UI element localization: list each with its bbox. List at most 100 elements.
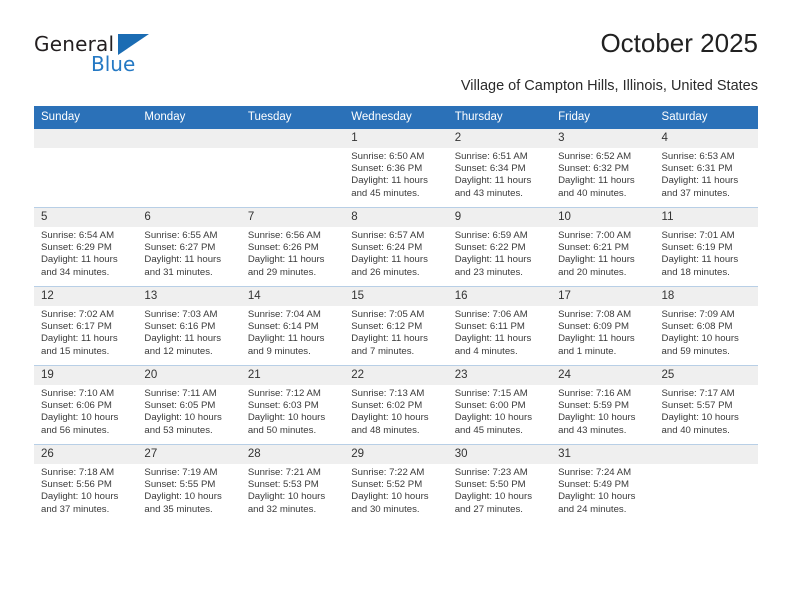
calendar-day-cell[interactable]: 15 Sunrise: 7:05 AM Sunset: 6:12 PM Dayligh… (344, 286, 448, 366)
daylight-text-line2: and 27 minutes. (454, 503, 523, 515)
sunrise-text: Sunrise: 7:12 AM (247, 388, 321, 399)
calendar-day-cell[interactable]: 12 Sunrise: 7:02 AM Sunset: 6:17 PM Dayligh… (34, 286, 138, 366)
calendar-week-row: 26 Sunrise: 7:18 AM Sunset: 5:56 PM Dayligh… (34, 444, 758, 523)
sunset-text: Sunset: 6:05 PM (144, 400, 216, 412)
sunrise-text: Sunrise: 7:06 AM (454, 309, 528, 320)
sunrise-text: Sunrise: 7:24 AM (558, 467, 632, 478)
daylight-text-line2: and 15 minutes. (41, 345, 110, 357)
day-number: 11 (654, 208, 758, 227)
day-number (240, 129, 345, 148)
day-number: 15 (344, 287, 448, 306)
calendar-day-cell[interactable]: 18 Sunrise: 7:09 AM Sunset: 6:08 PM Dayligh… (654, 286, 758, 366)
calendar-day-cell[interactable]: 17 Sunrise: 7:08 AM Sunset: 6:09 PM Dayligh… (551, 286, 655, 366)
calendar-week-row: 19 Sunrise: 7:10 AM Sunset: 6:06 PM Dayligh… (34, 365, 758, 445)
daylight-text-line1: Daylight: 10 hours (247, 491, 326, 503)
calendar-day-cell[interactable]: 11 Sunrise: 7:01 AM Sunset: 6:19 PM Dayligh… (654, 207, 758, 287)
calendar-day-cell[interactable]: 23 Sunrise: 7:15 AM Sunset: 6:00 PM Dayligh… (447, 365, 552, 445)
day-number: 27 (137, 445, 241, 464)
day-number: 30 (447, 445, 552, 464)
calendar-day-cell[interactable]: 19 Sunrise: 7:10 AM Sunset: 6:06 PM Dayligh… (34, 365, 138, 445)
weekday-header-saturday: Saturday (654, 106, 758, 129)
calendar-day-cell[interactable]: 29 Sunrise: 7:22 AM Sunset: 5:52 PM Dayligh… (344, 444, 448, 523)
day-info: Sunrise: 7:05 AM Sunset: 6:12 PM Daylight:… (344, 306, 447, 358)
day-info: Sunrise: 7:15 AM Sunset: 6:00 PM Daylight:… (448, 385, 551, 437)
weekday-header-monday: Monday (137, 106, 241, 129)
calendar-day-cell[interactable]: 24 Sunrise: 7:16 AM Sunset: 5:59 PM Dayligh… (551, 365, 655, 445)
sunset-text: Sunset: 6:29 PM (41, 242, 112, 254)
general-blue-logo[interactable]: General Blue (34, 32, 234, 88)
daylight-text-line1: Daylight: 10 hours (247, 412, 326, 424)
calendar-day-cell[interactable]: 20 Sunrise: 7:11 AM Sunset: 6:05 PM Dayligh… (137, 365, 241, 445)
daylight-text-line2: and 26 minutes. (351, 266, 420, 278)
calendar-day-cell[interactable]: 10 Sunrise: 7:00 AM Sunset: 6:21 PM Dayligh… (551, 207, 655, 287)
calendar-day-cell[interactable]: 6 Sunrise: 6:55 AM Sunset: 6:27 PM Daylight… (137, 207, 241, 287)
daylight-text-line2: and 43 minutes. (454, 187, 523, 199)
day-info: Sunrise: 6:50 AM Sunset: 6:36 PM Daylight:… (344, 148, 447, 200)
daylight-text-line1: Daylight: 10 hours (41, 412, 119, 424)
daylight-text-line2: and 37 minutes. (661, 187, 730, 199)
sunset-text: Sunset: 6:19 PM (661, 242, 733, 254)
daylight-text-line2: and 34 minutes. (41, 266, 110, 278)
calendar-day-cell[interactable]: 28 Sunrise: 7:21 AM Sunset: 5:53 PM Dayligh… (240, 444, 345, 523)
calendar-day-cell[interactable]: 8 Sunrise: 6:57 AM Sunset: 6:24 PM Daylight… (344, 207, 448, 287)
sunrise-text: Sunrise: 7:19 AM (144, 467, 218, 478)
day-info: Sunrise: 6:55 AM Sunset: 6:27 PM Daylight:… (137, 227, 240, 279)
day-number: 17 (551, 287, 655, 306)
calendar-day-cell[interactable]: 3 Sunrise: 6:52 AM Sunset: 6:32 PM Daylight… (551, 129, 655, 208)
sunrise-text: Sunrise: 7:00 AM (558, 230, 632, 241)
daylight-text-line1: Daylight: 11 hours (454, 175, 532, 187)
day-info: Sunrise: 6:53 AM Sunset: 6:31 PM Daylight:… (655, 148, 758, 200)
calendar-day-cell[interactable]: 16 Sunrise: 7:06 AM Sunset: 6:11 PM Dayligh… (447, 286, 552, 366)
sunset-text: Sunset: 6:11 PM (454, 321, 525, 333)
day-info: Sunrise: 7:09 AM Sunset: 6:08 PM Daylight:… (655, 306, 758, 358)
calendar-table: Sunday Monday Tuesday Wednesday Thursday… (34, 106, 758, 523)
calendar-day-cell[interactable]: 27 Sunrise: 7:19 AM Sunset: 5:55 PM Dayligh… (137, 444, 241, 523)
calendar-day-cell[interactable]: 31 Sunrise: 7:24 AM Sunset: 5:49 PM Dayligh… (551, 444, 655, 523)
daylight-text-line1: Daylight: 11 hours (661, 175, 739, 187)
daylight-text-line2: and 20 minutes. (558, 266, 627, 278)
daylight-text-line1: Daylight: 11 hours (247, 254, 325, 266)
day-info: Sunrise: 7:00 AM Sunset: 6:21 PM Daylight:… (551, 227, 654, 279)
day-info: Sunrise: 7:12 AM Sunset: 6:03 PM Daylight:… (241, 385, 344, 437)
calendar-day-cell[interactable]: 30 Sunrise: 7:23 AM Sunset: 5:50 PM Dayligh… (447, 444, 552, 523)
weekday-header-friday: Friday (551, 106, 655, 129)
sunset-text: Sunset: 6:34 PM (454, 163, 526, 175)
day-number: 19 (34, 366, 138, 385)
sunrise-text: Sunrise: 6:56 AM (247, 230, 321, 241)
day-number: 1 (344, 129, 448, 148)
daylight-text-line2: and 30 minutes. (351, 503, 420, 515)
daylight-text-line2: and 40 minutes. (661, 424, 730, 436)
calendar-day-cell[interactable]: 2 Sunrise: 6:51 AM Sunset: 6:34 PM Daylight… (447, 129, 552, 208)
calendar-day-cell[interactable]: 26 Sunrise: 7:18 AM Sunset: 5:56 PM Dayligh… (34, 444, 138, 523)
daylight-text-line1: Daylight: 11 hours (661, 254, 739, 266)
daylight-text-line2: and 12 minutes. (144, 345, 213, 357)
day-info: Sunrise: 7:08 AM Sunset: 6:09 PM Daylight:… (551, 306, 654, 358)
daylight-text-line1: Daylight: 10 hours (144, 491, 222, 503)
sunrise-text: Sunrise: 6:50 AM (351, 151, 425, 162)
day-info: Sunrise: 7:11 AM Sunset: 6:05 PM Daylight:… (137, 385, 240, 437)
calendar-day-cell[interactable]: 7 Sunrise: 6:56 AM Sunset: 6:26 PM Daylight… (240, 207, 345, 287)
calendar-day-cell[interactable]: 14 Sunrise: 7:04 AM Sunset: 6:14 PM Dayligh… (240, 286, 345, 366)
calendar-day-cell[interactable]: 1 Sunrise: 6:50 AM Sunset: 6:36 PM Daylight… (344, 129, 448, 208)
calendar-empty-cell (654, 444, 758, 523)
daylight-text-line1: Daylight: 10 hours (454, 491, 533, 503)
calendar-day-cell[interactable]: 9 Sunrise: 6:59 AM Sunset: 6:22 PM Daylight… (447, 207, 552, 287)
calendar-day-cell[interactable]: 13 Sunrise: 7:03 AM Sunset: 6:16 PM Dayligh… (137, 286, 241, 366)
sunset-text: Sunset: 5:56 PM (41, 479, 112, 491)
day-info: Sunrise: 7:21 AM Sunset: 5:53 PM Daylight:… (241, 464, 344, 516)
sunset-text: Sunset: 5:59 PM (558, 400, 630, 412)
sunset-text: Sunset: 6:27 PM (144, 242, 216, 254)
day-number: 14 (240, 287, 345, 306)
calendar-day-cell[interactable]: 22 Sunrise: 7:13 AM Sunset: 6:02 PM Dayligh… (344, 365, 448, 445)
sunset-text: Sunset: 6:22 PM (454, 242, 526, 254)
daylight-text-line2: and 4 minutes. (454, 345, 518, 357)
calendar-day-cell[interactable]: 25 Sunrise: 7:17 AM Sunset: 5:57 PM Dayligh… (654, 365, 758, 445)
sunrise-text: Sunrise: 7:01 AM (661, 230, 735, 241)
page-header: General Blue October 2025 Village of Cam… (34, 28, 758, 100)
calendar-day-cell[interactable]: 5 Sunrise: 6:54 AM Sunset: 6:29 PM Daylight… (34, 207, 138, 287)
calendar-day-cell[interactable]: 21 Sunrise: 7:12 AM Sunset: 6:03 PM Dayligh… (240, 365, 345, 445)
daylight-text-line2: and 32 minutes. (247, 503, 317, 515)
calendar-day-cell[interactable]: 4 Sunrise: 6:53 AM Sunset: 6:31 PM Daylight… (654, 129, 758, 208)
day-number (654, 445, 758, 464)
sunrise-text: Sunrise: 7:05 AM (351, 309, 425, 320)
